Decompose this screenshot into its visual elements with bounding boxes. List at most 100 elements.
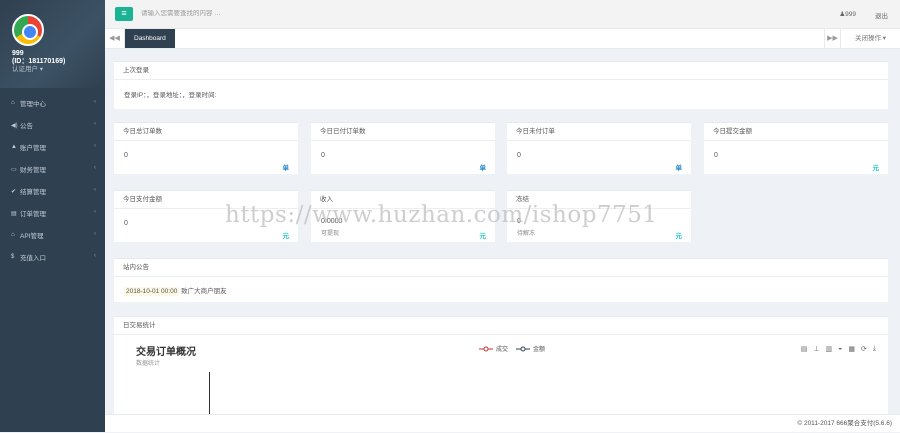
tab-scroll-left-button[interactable]: ◀◀: [105, 29, 125, 48]
sidebar-item-api[interactable]: ⌂ API管理 ‹: [0, 224, 105, 246]
save-image-icon[interactable]: ⤓: [873, 345, 876, 353]
tabs-bar: ◀◀ Dashboard ▶▶ 关闭操作 ▾: [105, 29, 900, 49]
stat-title: 今日已付订单数: [311, 123, 495, 141]
stat-value: 0: [714, 152, 718, 159]
stat-card-submitted-amount: 今日提交金额 0 元: [704, 122, 888, 174]
stat-card-paid-orders: 今日已付订单数 0 单: [311, 122, 495, 174]
list-icon: ▤: [11, 210, 17, 217]
chevron-left-icon: ‹: [94, 231, 96, 237]
legend-label: 金额: [533, 347, 546, 353]
chart-y-axis: [209, 372, 210, 417]
stat-title: 今日未付订单: [507, 123, 691, 141]
stat-unit: 元: [282, 233, 290, 240]
panel-title: 站内公告: [114, 259, 888, 277]
legend-label: 成交: [496, 347, 509, 353]
legend-marker-icon: [516, 346, 531, 351]
notice-text: 致广大商户朋友: [181, 288, 227, 295]
sidebar-item-label: API管理: [20, 233, 44, 240]
tiled-icon[interactable]: ▦: [848, 345, 855, 353]
chart-title: 交易订单概况: [136, 347, 196, 358]
sidebar-item-announcement[interactable]: ◀) 公告 ‹: [0, 114, 105, 136]
line-chart-icon[interactable]: ⊥: [813, 345, 819, 353]
bar-chart-icon[interactable]: ▥: [826, 345, 833, 353]
restore-icon[interactable]: ⟳: [861, 345, 867, 353]
stat-subtext: 待解冻: [517, 231, 536, 237]
sidebar-item-account[interactable]: ▲ 账户管理 ‹: [0, 136, 105, 158]
sidebar-item-settlement[interactable]: ✔ 结算管理 ‹: [0, 180, 105, 202]
stat-value: 0: [321, 152, 325, 159]
bank-icon: ⌂: [11, 232, 15, 238]
stat-card-total-orders: 今日总订单数 0 单: [114, 122, 298, 174]
stat-subtext: 可提现: [321, 231, 340, 237]
footer: © 2011-2017 666聚合支付(5.6.6): [105, 414, 900, 432]
chart-toolbox: ▤ ⊥ ▥ ◒ ▦ ⟳ ⤓: [801, 345, 876, 353]
stat-value: 0: [124, 152, 128, 159]
sidebar-item-recharge[interactable]: $ 充值入口 ‹: [0, 246, 105, 268]
sidebar-item-label: 账户管理: [20, 145, 46, 152]
legend-marker-icon: [479, 346, 493, 351]
speaker-icon: ◀): [11, 122, 18, 129]
stat-unit: 单: [675, 165, 683, 172]
sidebar-item-label: 充值入口: [20, 255, 46, 262]
tab-scroll-right-button[interactable]: ▶▶: [824, 29, 840, 48]
chart-subtitle: 数据统计: [136, 361, 161, 367]
sidebar-item-label: 订单管理: [20, 211, 46, 218]
close-actions-dropdown[interactable]: 关闭操作 ▾: [840, 29, 900, 48]
sidebar-item-dashboard[interactable]: ⌂ 管理中心 ‹: [0, 92, 105, 114]
sidebar-item-label: 结算管理: [20, 189, 46, 196]
search-input[interactable]: [141, 10, 361, 17]
profile-block: 999 (ID：181170169) 认证用户 ▾: [0, 0, 105, 88]
home-icon: ⌂: [11, 100, 15, 106]
sidebar-item-label: 管理中心: [20, 101, 46, 108]
stat-unit: 元: [675, 233, 683, 240]
chevron-left-icon: ‹: [94, 253, 96, 259]
last-login-panel: 上次登录 登录IP：，登录地址：，登录时间:: [114, 61, 888, 109]
avatar[interactable]: [12, 14, 44, 46]
top-bar: ≡ ♟999 退出: [105, 0, 900, 29]
check-icon: ✔: [11, 188, 17, 195]
chevron-left-icon: ‹: [94, 165, 96, 171]
chevron-left-icon: ‹: [94, 209, 96, 215]
chevron-left-icon: ‹: [94, 143, 96, 149]
stat-card-unpaid-orders: 今日未付订单 0 单: [507, 122, 691, 174]
sidebar-item-finance[interactable]: ▭ 财务管理 ‹: [0, 158, 105, 180]
legend-item-deal[interactable]: 成交: [479, 344, 508, 353]
hamburger-icon: ≡: [121, 8, 127, 18]
menu-toggle-button[interactable]: ≡: [115, 7, 133, 21]
notice-panel: 站内公告 2018-10-01 00:00 致广大商户朋友: [114, 258, 888, 302]
last-login-text: 登录IP：，登录地址：，登录时间:: [124, 92, 217, 99]
tab-dashboard[interactable]: Dashboard: [125, 29, 175, 48]
sidebar-item-label: 财务管理: [20, 167, 46, 174]
notice-item[interactable]: 2018-10-01 00:00 致广大商户朋友: [114, 277, 888, 304]
panel-title: 上次登录: [114, 62, 888, 80]
profile-role-dropdown[interactable]: 认证用户 ▾: [12, 66, 43, 74]
panel-title: 日交易统计: [114, 317, 888, 335]
chevron-left-icon: ‹: [94, 121, 96, 127]
chevron-left-icon: ‹: [94, 99, 96, 105]
sidebar: 999 (ID：181170169) 认证用户 ▾ ⌂ 管理中心 ‹ ◀) 公告 ‹ ▲…: [0, 0, 105, 432]
stat-title: 今日提交金额: [704, 123, 888, 141]
logout-link[interactable]: 退出: [875, 10, 888, 20]
stat-unit: 单: [282, 165, 290, 172]
stack-icon[interactable]: ◒: [838, 345, 842, 353]
legend-item-amount[interactable]: 金额: [516, 344, 545, 353]
current-user[interactable]: ♟999: [839, 10, 856, 18]
stat-unit: 元: [872, 165, 880, 172]
daily-stats-panel: 日交易统计 交易订单概况 数据统计 成交 金额 ▤ ⊥ ▥ ◒ ▦ ⟳ ⤓: [114, 316, 888, 417]
card-icon: ▭: [11, 166, 17, 173]
sidebar-item-label: 公告: [20, 123, 33, 130]
profile-name: 999: [12, 50, 24, 57]
stat-title: 今日总订单数: [114, 123, 298, 141]
profile-id: (ID：181170169): [12, 58, 66, 65]
dollar-icon: $: [11, 254, 15, 260]
watermark: https://www.huzhan.com/ishop7751: [225, 202, 658, 228]
chart-legend: 成交 金额: [479, 344, 545, 353]
stat-unit: 单: [479, 165, 487, 172]
sidebar-item-orders[interactable]: ▤ 订单管理 ‹: [0, 202, 105, 224]
user-icon: ▲: [11, 144, 17, 150]
sidebar-nav: ⌂ 管理中心 ‹ ◀) 公告 ‹ ▲ 账户管理 ‹ ▭ 财务管理 ‹ ✔ 结算管理 ‹ ▤ 订单管理 ‹…: [0, 92, 105, 268]
notice-date: 2018-10-01 00:00: [124, 287, 180, 296]
stat-unit: 元: [479, 233, 487, 240]
data-view-icon[interactable]: ▤: [801, 345, 808, 353]
stat-value: 0: [517, 152, 521, 159]
